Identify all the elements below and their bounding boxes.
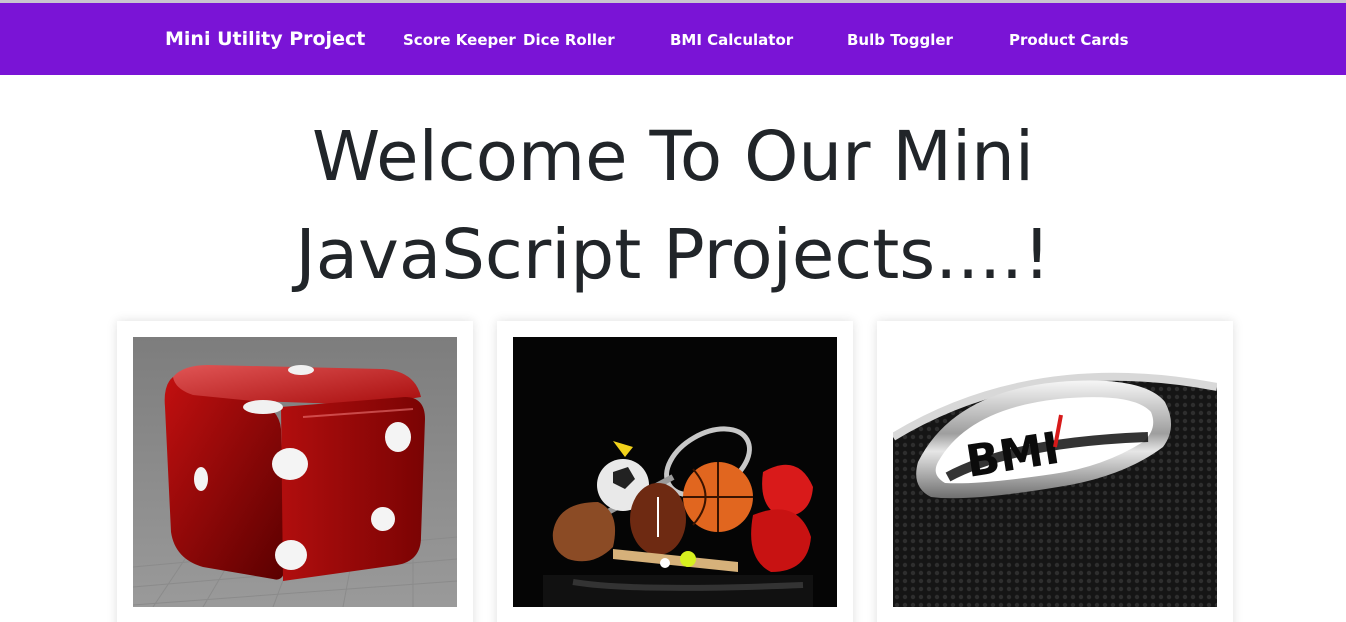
page-title: Welcome To Our Mini JavaScript Projects.…: [0, 108, 1346, 304]
project-card-bmi[interactable]: BMI: [877, 321, 1233, 622]
bmi-scale-image: BMI: [893, 337, 1217, 607]
project-card-dice[interactable]: [117, 321, 473, 622]
navbar: Mini Utility Project Score Keeper Dice R…: [0, 3, 1346, 75]
sports-equipment-image: [513, 337, 837, 607]
nav-link-dice-roller[interactable]: Dice Roller: [523, 31, 615, 49]
navbar-brand[interactable]: Mini Utility Project: [165, 28, 365, 50]
project-card-score-keeper[interactable]: [497, 321, 853, 622]
nav-link-product-cards[interactable]: Product Cards: [1009, 31, 1129, 49]
red-dice-image: [133, 337, 457, 607]
nav-link-bulb-toggler[interactable]: Bulb Toggler: [847, 31, 953, 49]
nav-link-bmi-calculator[interactable]: BMI Calculator: [670, 31, 793, 49]
page-title-line-1: Welcome To Our Mini: [311, 117, 1035, 197]
page-title-line-2: JavaScript Projects....!: [295, 215, 1051, 295]
nav-link-score-keeper[interactable]: Score Keeper: [403, 31, 516, 49]
